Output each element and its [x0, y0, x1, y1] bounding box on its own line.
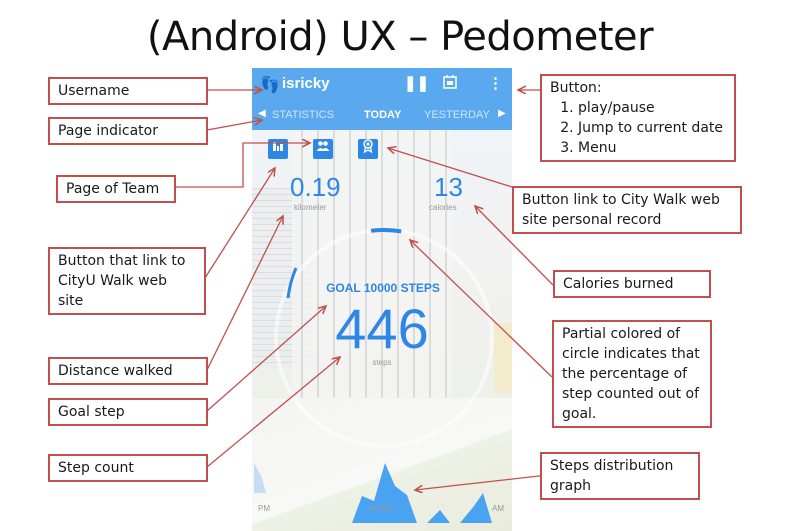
- callout-username: Username: [48, 77, 208, 105]
- callout-page-indicator: Page indicator: [48, 117, 208, 145]
- callout-distance: Distance walked: [48, 357, 208, 385]
- slide-title: (Android) UX – Pedometer: [146, 14, 654, 60]
- callout-buttons-item: Jump to current date: [578, 118, 726, 138]
- callout-calories: Calories burned: [553, 270, 711, 298]
- graph-peak-small: [427, 510, 450, 523]
- callout-goal: Goal step: [48, 398, 208, 426]
- phone-screen: 👣 isricky ❚❚ ⋮ ◀ STATISTICS TODAY YESTER…: [252, 68, 512, 531]
- callout-page-of-team: Page of Team: [56, 175, 176, 203]
- graph-peak-center: [352, 463, 417, 523]
- callout-distribution: Steps distribution graph: [540, 452, 700, 500]
- callout-citywalk-button: Button that link to CityU Walk web site: [48, 247, 206, 315]
- steps-distribution-graph: [254, 463, 492, 523]
- callout-buttons-list: play/pause Jump to current date Menu: [550, 98, 726, 158]
- callout-buttons-item: play/pause: [578, 98, 726, 118]
- graph-peak-left: [254, 463, 266, 493]
- callout-buttons-title: Button:: [550, 80, 602, 96]
- graph-axis-center-label: NOON: [369, 504, 393, 513]
- callout-step-count: Step count: [48, 454, 208, 482]
- callout-buttons-item: Menu: [578, 138, 726, 158]
- callout-record-button: Button link to City Walk web site person…: [512, 186, 742, 234]
- callout-buttons: Button: play/pause Jump to current date …: [540, 74, 736, 162]
- callout-partial-circle: Partial colored of circle indicates that…: [552, 320, 712, 428]
- graph-axis-right-label: AM: [492, 504, 504, 513]
- graph-peak-right: [460, 493, 492, 523]
- graph-axis-left-label: PM: [258, 504, 270, 513]
